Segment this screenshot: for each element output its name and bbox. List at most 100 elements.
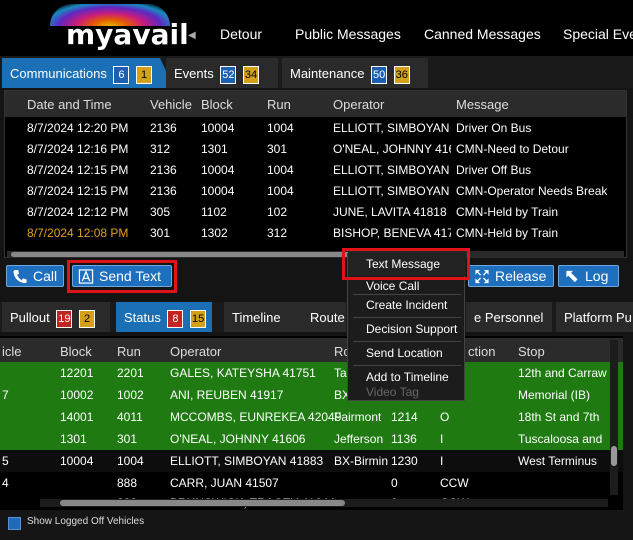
log-button[interactable]: Log (558, 265, 619, 287)
cell-date: 8/7/2024 12:15 PM (27, 163, 129, 177)
scroll-thumb[interactable] (11, 252, 356, 257)
count-badge: 2 (79, 310, 95, 328)
communications-grid: Date and Time Vehicle Block Run Operator… (4, 90, 627, 258)
nav-detour[interactable]: Detour (220, 26, 262, 42)
tab-timeline[interactable]: Timeline (224, 302, 302, 332)
cell-stop: Tuscaloosa and (518, 432, 603, 446)
cell-operator: ELLIOTT, SIMBOYAN 41 (333, 163, 451, 177)
horizontal-scrollbar[interactable] (40, 499, 608, 507)
col-date-time[interactable]: Date and Time (27, 97, 112, 112)
cell-block: 1302 (201, 226, 228, 240)
horizontal-scrollbar[interactable] (7, 251, 624, 258)
cell-run: 312 (267, 226, 288, 240)
cell-date: 8/7/2024 12:15 PM (27, 184, 129, 198)
cell-operator: ELLIOTT, SIMBOYAN 41 (333, 184, 451, 198)
cell-message: CMN-Held by Train (456, 226, 559, 240)
nav-scroll-left-icon[interactable]: ◀ (188, 30, 196, 41)
col-vehicle[interactable]: icle (2, 344, 22, 359)
tab-status[interactable]: Status 8 15 (116, 302, 212, 332)
table-row[interactable]: 8/7/2024 12:08 PM 301 1302 312 BISHOP, B… (5, 223, 626, 244)
col-message[interactable]: Message (456, 97, 509, 112)
scroll-thumb[interactable] (60, 500, 345, 506)
cell-vehicle: 7 (2, 388, 9, 402)
table-row[interactable]: 4 888 CARR, JUAN 41507 0 CCW (0, 472, 623, 494)
cell-run: 301 (117, 432, 138, 446)
table-row[interactable]: 5 10004 1004 ELLIOTT, SIMBOYAN 41883 BX-… (0, 450, 623, 472)
call-button[interactable]: Call (6, 265, 64, 287)
cell-run: 301 (267, 142, 288, 156)
tab-label: Timeline (232, 310, 281, 325)
cell-message: Driver Off Bus (456, 163, 532, 177)
cell-block: 1301 (201, 142, 228, 156)
table-row[interactable]: 8/7/2024 12:15 PM 2136 10004 1004 ELLIOT… (5, 160, 626, 181)
menu-item-create-incident[interactable]: Create Incident (348, 295, 466, 315)
cell-vehicle: 2136 (150, 121, 177, 135)
menu-item-send-location[interactable]: Send Location (348, 343, 466, 363)
cell-message: CMN-Operator Needs Break (456, 184, 608, 198)
table-row[interactable]: 8/7/2024 12:15 PM 2136 10004 1004 ELLIOT… (5, 181, 626, 202)
menu-separator (353, 341, 461, 342)
col-stop[interactable]: Stop (518, 344, 545, 359)
table-row[interactable]: 7 10002 1002 ANI, REUBEN 41917 BX Memori… (0, 384, 623, 406)
col-block[interactable]: Block (60, 344, 92, 359)
call-label: Call (33, 268, 58, 284)
show-logged-off-label: Show Logged Off Vehicles (27, 516, 145, 527)
table-row[interactable]: 8/7/2024 12:20 PM 2136 10004 1004 ELLIOT… (5, 118, 626, 139)
cell-stop: West Terminus (518, 454, 597, 468)
count-badge: 6 (113, 66, 130, 84)
tab-route[interactable]: Route (302, 302, 346, 332)
tab-events[interactable]: Events 52 34 (166, 58, 278, 88)
col-direction[interactable]: ction (468, 344, 495, 359)
menu-separator (353, 317, 461, 318)
table-row[interactable]: 12201 2201 GALES, KATEYSHA 41751 Tar 12t… (0, 362, 623, 384)
menu-separator (353, 365, 461, 366)
col-vehicle[interactable]: Vehicle (150, 97, 192, 112)
cell-run: 888 (117, 476, 138, 490)
cell-operator: JUNE, LAVITA 41818 (333, 205, 447, 219)
menu-item-decision-support[interactable]: Decision Support (348, 319, 466, 339)
cell-block: 10004 (60, 454, 94, 468)
table-row[interactable]: 8/7/2024 12:16 PM 312 1301 301 O'NEAL, J… (5, 139, 626, 160)
col-operator[interactable]: Operator (170, 344, 221, 359)
count-badge: 50 (371, 66, 388, 84)
cell-route: Fairmont (334, 410, 382, 424)
log-label: Log (585, 268, 609, 284)
show-logged-off-checkbox[interactable] (8, 517, 21, 530)
release-button[interactable]: Release (468, 265, 554, 287)
tab-pullout[interactable]: Pullout 19 2 (2, 302, 110, 332)
count-badge: 15 (190, 310, 207, 328)
cell-date: 8/7/2024 12:16 PM (27, 142, 129, 156)
cell-message: CMN-Need to Detour (456, 142, 569, 156)
vertical-scrollbar[interactable] (610, 340, 618, 495)
top-panel-tabs: Communications 6 1 Events 52 34 Maintena… (0, 56, 633, 88)
scroll-thumb[interactable] (611, 446, 617, 466)
col-block[interactable]: Block (201, 97, 233, 112)
count-badge: 52 (220, 66, 237, 84)
count-badge: 34 (243, 66, 259, 84)
cell-vehicle: 2136 (150, 163, 177, 177)
highlight-box-send-text (67, 260, 177, 293)
cell-run: 4011 (117, 410, 143, 424)
col-operator[interactable]: Operator (333, 97, 384, 112)
cell-block: 10004 (201, 163, 235, 177)
table-row[interactable]: 8/7/2024 12:12 PM 305 1102 102 JUNE, LAV… (5, 202, 626, 223)
tab-platform-pullout[interactable]: Platform Pu (556, 302, 633, 332)
grid-header: Date and Time Vehicle Block Run Operator… (5, 91, 626, 117)
tab-personnel[interactable]: e Personnel (466, 302, 552, 332)
col-run[interactable]: Run (267, 97, 291, 112)
count-badge: 19 (56, 310, 73, 328)
tab-label: Maintenance (290, 66, 365, 81)
tab-label: Pullout (10, 310, 50, 325)
cell-block: 14001 (60, 410, 94, 424)
col-run[interactable]: Run (117, 344, 141, 359)
table-row[interactable]: 14001 4011 MCCOMBS, EUNREKEA 42049 Fairm… (0, 406, 623, 428)
tab-communications[interactable]: Communications 6 1 (2, 58, 160, 88)
cell-block: 1301 (60, 432, 87, 446)
tab-maintenance[interactable]: Maintenance 50 36 (282, 58, 428, 88)
count-badge: 8 (167, 310, 184, 328)
cell-direction: CCW (440, 476, 469, 490)
nav-public-messages[interactable]: Public Messages (295, 26, 401, 42)
nav-special-events[interactable]: Special Eve (563, 26, 633, 42)
table-row[interactable]: 1301 301 O'NEAL, JOHNNY 41606 Jefferson … (0, 428, 623, 450)
nav-canned-messages[interactable]: Canned Messages (424, 26, 541, 42)
